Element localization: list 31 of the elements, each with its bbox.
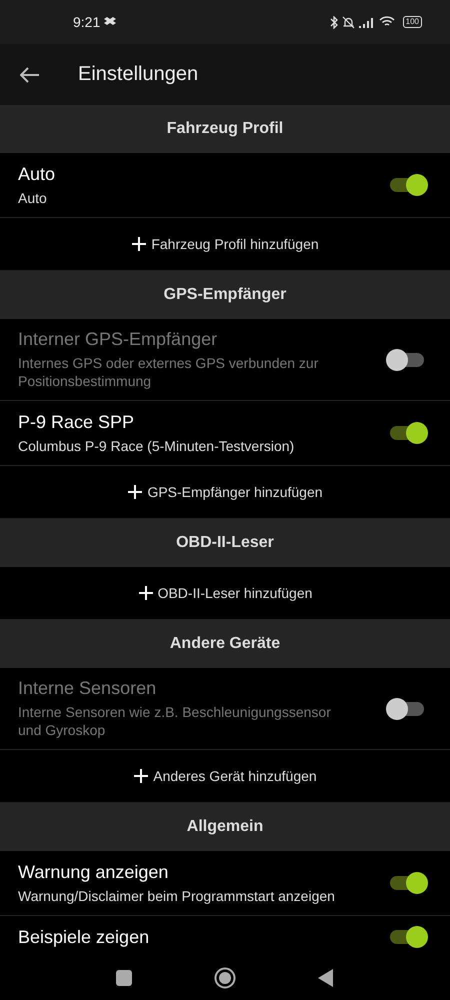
setting-title: Interne Sensoren xyxy=(18,678,158,699)
plus-icon xyxy=(131,236,148,252)
section-header: GPS-Empfänger xyxy=(0,271,450,319)
setting-description: Auto xyxy=(18,188,48,206)
setting-description: Columbus P-9 Race (5-Minuten-Testversion) xyxy=(18,436,296,454)
plus-icon xyxy=(133,768,150,784)
setting-description: Interne Sensoren wie z.B. Beschleunigungssensor und Gyroskop xyxy=(18,703,332,739)
home-circle-icon[interactable] xyxy=(214,966,236,988)
setting-title: Warnung anzeigen xyxy=(18,862,170,882)
section-header: OBD-II-Leser xyxy=(0,519,450,567)
battery-icon: 100 xyxy=(402,16,422,28)
back-arrow-icon[interactable] xyxy=(20,66,40,82)
section-header: Fahrzeug Profil xyxy=(0,105,450,153)
setting-title: Auto xyxy=(18,164,56,184)
bell-muted-icon xyxy=(342,16,355,28)
plus-icon xyxy=(127,484,144,500)
section-header: Andere Geräte xyxy=(0,620,450,668)
back-triangle-icon[interactable] xyxy=(318,968,334,986)
square-icon[interactable] xyxy=(116,970,132,986)
signal-icon xyxy=(358,16,375,28)
setting-title: Interner GPS-Empfänger xyxy=(18,329,218,350)
setting-description: Internes GPS oder externes GPS verbunden zur Positionsbestimmung xyxy=(18,354,320,390)
setting-title: P-9 Race SPP xyxy=(18,412,136,432)
bluetooth-icon xyxy=(330,16,338,28)
status-time: 9:21 xyxy=(73,14,100,30)
screen-title: Einstellungen xyxy=(78,63,198,86)
section-header: Allgemein xyxy=(0,803,450,851)
plus-icon xyxy=(138,585,154,601)
setting-description: Warnung/Disclaimer beim Programmstart anzeigen xyxy=(18,886,336,904)
setting-title: Beispiele zeigen xyxy=(18,926,150,948)
wifi-icon xyxy=(378,16,395,28)
